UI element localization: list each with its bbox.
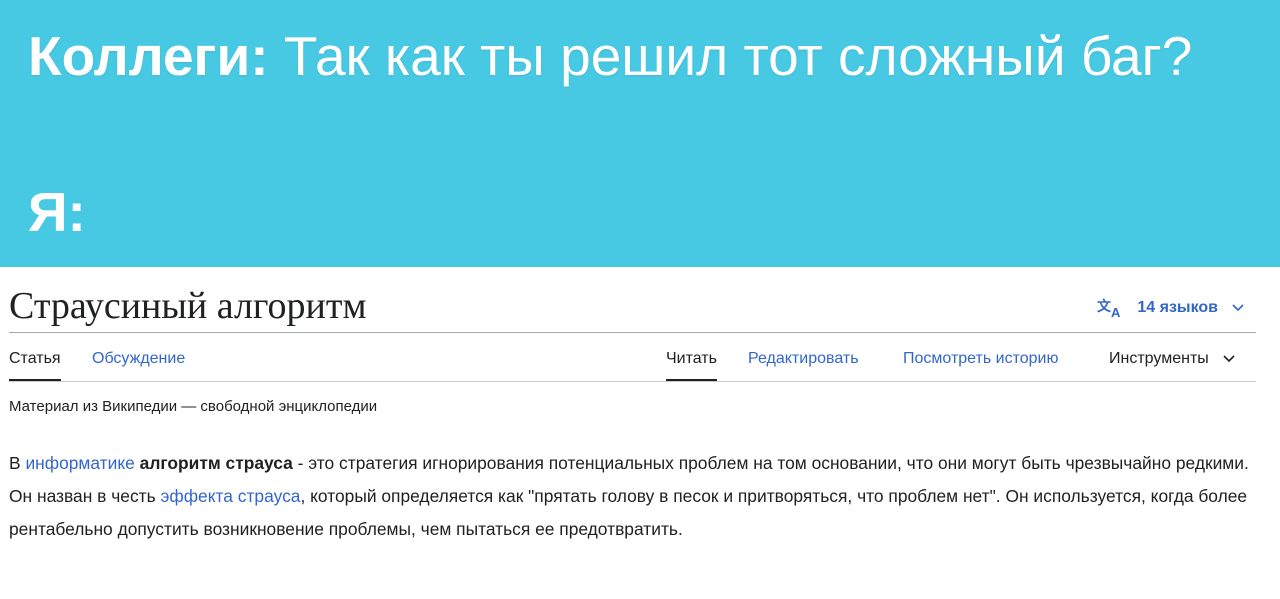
article-lead-paragraph: В информатике алгоритм страуса - это стр…	[9, 447, 1249, 546]
tab-tools[interactable]: Инструменты	[1109, 349, 1235, 369]
chevron-down-icon	[1232, 299, 1256, 317]
page-title: Страусиный алгоритм	[9, 285, 367, 327]
tab-history[interactable]: Посмотреть историю	[903, 349, 1058, 369]
chevron-down-icon	[1223, 350, 1235, 367]
languages-button[interactable]: 文 A 14 языков	[1097, 296, 1256, 320]
link-ostrich-effect[interactable]: эффекта страуса	[161, 486, 301, 506]
colleagues-speaker: Коллеги:	[28, 25, 269, 87]
tab-read[interactable]: Читать	[666, 349, 717, 381]
link-informatics[interactable]: информатике	[25, 453, 134, 473]
page-tabs: Статья Обсуждение Читать Редактировать П…	[9, 333, 1256, 382]
bold-term: алгоритм страуса	[139, 453, 293, 473]
tab-talk[interactable]: Обсуждение	[92, 349, 185, 369]
meme-me-line: Я:	[28, 181, 86, 243]
translate-icon: 文 A	[1097, 298, 1121, 319]
text-segment: В	[9, 453, 26, 473]
meme-header: Коллеги: Так как ты решил тот сложный ба…	[0, 0, 1280, 267]
svg-text:文: 文	[1097, 298, 1112, 315]
colleagues-question: Так как ты решил тот сложный баг?	[268, 25, 1193, 87]
languages-label: 14 языков	[1137, 299, 1218, 316]
tab-article[interactable]: Статья	[9, 349, 61, 381]
meme-colleagues-line: Коллеги: Так как ты решил тот сложный ба…	[28, 22, 1258, 90]
wikipedia-article: Страусиный алгоритм 文 A 14 языков Статья…	[0, 267, 1280, 599]
tabs-divider	[9, 381, 1256, 382]
svg-text:A: A	[1111, 305, 1121, 319]
tab-edit[interactable]: Редактировать	[748, 349, 859, 369]
tools-label: Инструменты	[1109, 350, 1209, 367]
site-tagline: Материал из Википедии — свободной энцикл…	[9, 398, 378, 415]
